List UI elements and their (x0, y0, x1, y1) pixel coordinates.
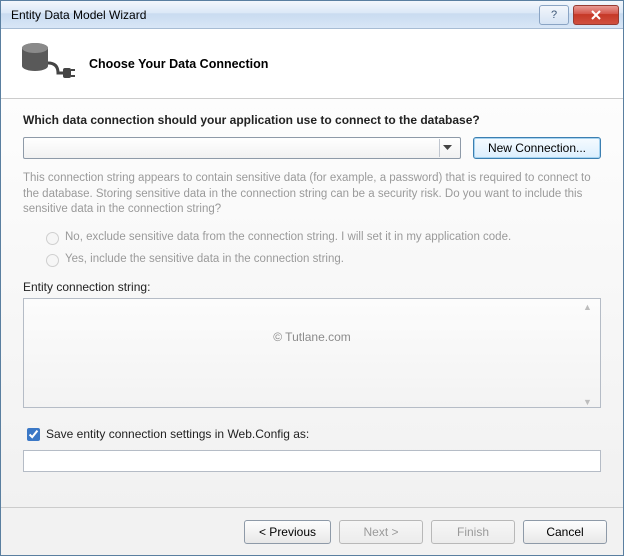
save-name-input[interactable] (23, 450, 601, 472)
radio-exclude-input (46, 232, 59, 245)
cancel-button[interactable]: Cancel (523, 520, 607, 544)
radio-exclude-sensitive: No, exclude sensitive data from the conn… (41, 229, 601, 245)
connection-combobox[interactable] (23, 137, 461, 159)
wizard-footer: < Previous Next > Finish Cancel (1, 507, 623, 555)
connection-row: New Connection... (23, 137, 601, 159)
wizard-window: Entity Data Model Wizard ? Choose Your D… (0, 0, 624, 556)
chevron-down-icon (439, 139, 456, 157)
save-settings-label: Save entity connection settings in Web.C… (46, 427, 309, 441)
next-button: Next > (339, 520, 423, 544)
titlebar: Entity Data Model Wizard ? (1, 1, 623, 29)
entity-string-textarea (23, 298, 601, 408)
save-settings-checkbox[interactable] (27, 428, 40, 441)
radio-include-label: Yes, include the sensitive data in the c… (65, 253, 344, 265)
finish-button: Finish (431, 520, 515, 544)
window-title: Entity Data Model Wizard (11, 8, 537, 22)
close-icon (591, 10, 601, 20)
content-area: Which data connection should your applic… (1, 99, 623, 507)
entity-string-label: Entity connection string: (23, 280, 601, 294)
radio-exclude-label: No, exclude sensitive data from the conn… (65, 231, 511, 243)
new-connection-button[interactable]: New Connection... (473, 137, 601, 159)
save-settings-row[interactable]: Save entity connection settings in Web.C… (23, 425, 601, 444)
radio-include-input (46, 254, 59, 267)
previous-button[interactable]: < Previous (244, 520, 331, 544)
step-heading: Choose Your Data Connection (89, 57, 268, 71)
close-button[interactable] (573, 5, 619, 25)
help-icon: ? (551, 9, 557, 21)
connection-prompt: Which data connection should your applic… (23, 113, 601, 127)
radio-include-sensitive: Yes, include the sensitive data in the c… (41, 251, 601, 267)
entity-string-wrap: ▲ ▼ © Tutlane.com (23, 298, 601, 411)
sensitive-data-info: This connection string appears to contai… (23, 171, 601, 218)
database-plug-icon (19, 41, 75, 87)
help-button[interactable]: ? (539, 5, 569, 25)
header-panel: Choose Your Data Connection (1, 29, 623, 99)
